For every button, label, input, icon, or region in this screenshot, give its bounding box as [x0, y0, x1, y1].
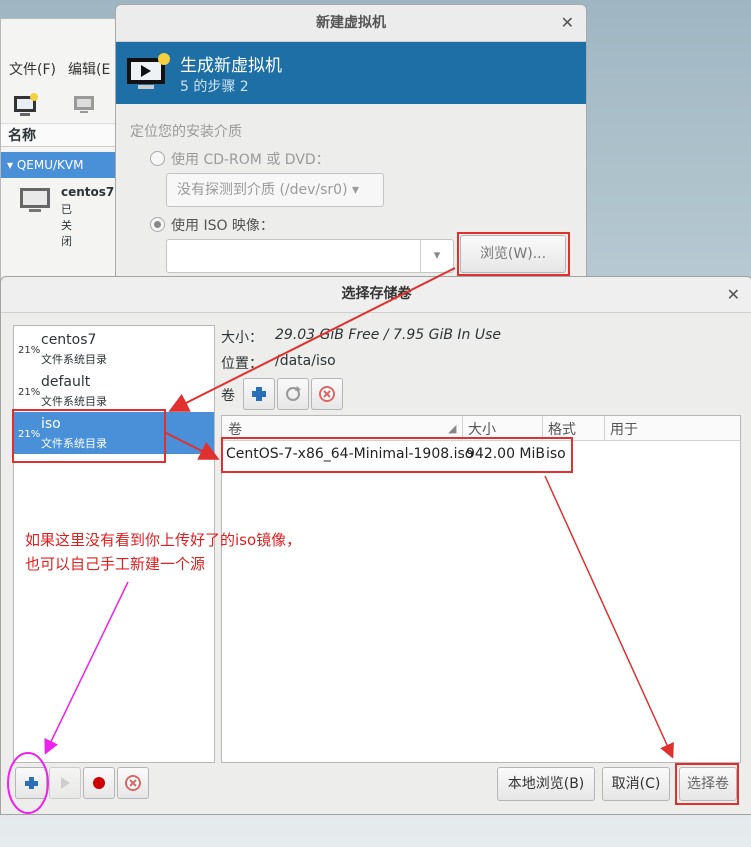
arrow-note-to-add-pool [44, 581, 129, 755]
annotation-arrows [44, 267, 674, 759]
arrow-browse-to-pool [168, 267, 456, 412]
arrow-volume-to-choose [544, 475, 674, 759]
arrow-pool-to-volume [163, 431, 220, 460]
